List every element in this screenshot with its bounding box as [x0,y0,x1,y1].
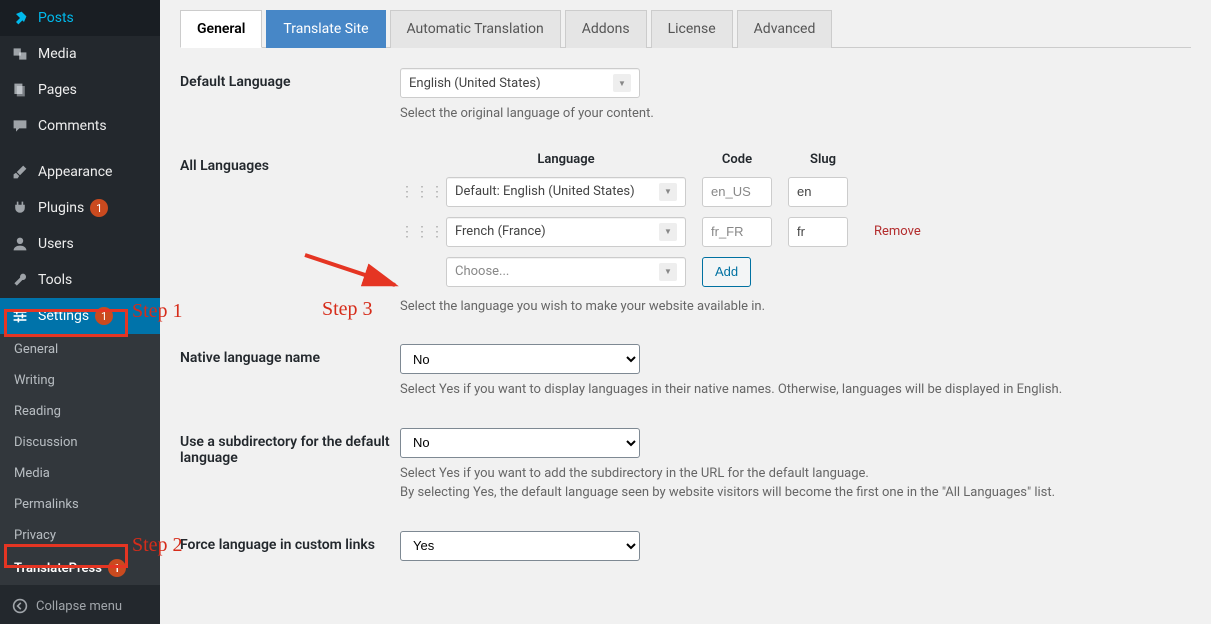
row-subdirectory: Use a subdirectory for the default langu… [180,428,1191,503]
force-links-label: Force language in custom links [180,531,400,553]
comment-icon [10,116,30,136]
force-links-select[interactable]: Yes [400,531,640,561]
sidebar-item-posts[interactable]: Posts [0,0,160,36]
update-badge: 1 [108,559,126,577]
sidebar-item-users[interactable]: Users [0,226,160,262]
chevron-down-icon: ▼ [613,74,631,92]
wrench-icon [10,270,30,290]
language-code-input [702,217,772,247]
plug-icon [10,198,30,218]
chevron-down-icon: ▼ [659,263,677,281]
sidebar-sub-translatepress[interactable]: TranslatePress 1 [0,551,160,585]
sidebar-item-label: Media [38,46,77,62]
settings-tabs: General Translate Site Automatic Transla… [180,10,1191,48]
drag-handle-icon[interactable]: ⋮⋮⋮ [400,184,430,200]
sidebar-sub-permalinks[interactable]: Permalinks [0,489,160,520]
default-language-select[interactable]: English (United States) ▼ [400,68,640,98]
language-code-input [702,177,772,207]
chevron-down-icon: ▼ [659,183,677,201]
native-name-select[interactable]: No [400,344,640,374]
col-code: Code [702,152,772,167]
language-row: ⋮⋮⋮ Default: English (United States) ▼ [400,177,1191,207]
row-native-name: Native language name No Select Yes if yo… [180,344,1191,400]
drag-handle-icon[interactable]: ⋮⋮⋮ [400,224,430,240]
settings-page: General Translate Site Automatic Transla… [160,0,1211,624]
tab-addons[interactable]: Addons [565,10,647,48]
tab-translate-site[interactable]: Translate Site [266,10,385,48]
sidebar-sub-privacy[interactable]: Privacy [0,520,160,551]
sidebar-item-plugins[interactable]: Plugins 1 [0,190,160,226]
media-icon [10,44,30,64]
native-name-desc: Select Yes if you want to display langua… [400,380,1191,400]
pin-icon [10,8,30,28]
update-badge: 1 [90,199,108,217]
collapse-icon [10,596,30,616]
all-languages-label: All Languages [180,152,400,174]
tab-license[interactable]: License [651,10,733,48]
sidebar-item-label: Comments [38,118,107,134]
sidebar-sub-discussion[interactable]: Discussion [0,427,160,458]
sidebar-item-label: Pages [38,82,77,98]
collapse-label: Collapse menu [36,599,122,614]
sidebar-item-pages[interactable]: Pages [0,72,160,108]
admin-sidebar: Posts Media Pages Comments Appearance Pl… [0,0,160,624]
language-row: ⋮⋮⋮ French (France) ▼ Remove [400,217,1191,247]
sliders-icon [10,306,30,326]
subdirectory-desc2: By selecting Yes, the default language s… [400,483,1191,503]
row-force-links: Force language in custom links Yes [180,531,1191,561]
subdirectory-desc1: Select Yes if you want to add the subdir… [400,464,1191,484]
add-language-row: Choose... ▼ Add [400,257,1191,287]
sidebar-item-label: Appearance [38,164,112,180]
page-icon [10,80,30,100]
sidebar-item-tools[interactable]: Tools [0,262,160,298]
default-language-label: Default Language [180,68,400,90]
language-select-french[interactable]: French (France) ▼ [446,217,686,247]
default-language-desc: Select the original language of your con… [400,104,1191,124]
tab-automatic-translation[interactable]: Automatic Translation [390,10,561,48]
col-language: Language [446,152,686,167]
tab-general[interactable]: General [180,10,262,48]
tab-advanced[interactable]: Advanced [737,10,833,48]
subdirectory-label: Use a subdirectory for the default langu… [180,428,400,466]
row-all-languages: All Languages Language Code Slug ⋮⋮⋮ Def… [180,152,1191,317]
sidebar-item-label: Users [38,236,74,252]
language-slug-input[interactable] [788,177,848,207]
sidebar-item-settings[interactable]: Settings 1 [0,298,160,334]
col-slug: Slug [788,152,858,167]
collapse-menu-button[interactable]: Collapse menu [0,588,160,624]
sidebar-sub-general[interactable]: General [0,334,160,365]
sidebar-item-label: Plugins [38,200,84,216]
user-icon [10,234,30,254]
subdirectory-select[interactable]: No [400,428,640,458]
sidebar-item-label: Tools [38,272,72,288]
brush-icon [10,162,30,182]
sidebar-sub-writing[interactable]: Writing [0,365,160,396]
add-language-button[interactable]: Add [702,257,751,287]
sidebar-item-media[interactable]: Media [0,36,160,72]
row-default-language: Default Language English (United States)… [180,68,1191,124]
sidebar-item-appearance[interactable]: Appearance [0,154,160,190]
chevron-down-icon: ▼ [659,223,677,241]
language-slug-input[interactable] [788,217,848,247]
all-languages-desc: Select the language you wish to make you… [400,297,1191,317]
sidebar-item-label: Settings [38,308,89,324]
native-name-label: Native language name [180,344,400,366]
sidebar-sub-media[interactable]: Media [0,458,160,489]
sidebar-item-comments[interactable]: Comments [0,108,160,144]
add-language-select[interactable]: Choose... ▼ [446,257,686,287]
update-badge: 1 [95,307,113,325]
remove-language-link[interactable]: Remove [874,224,954,239]
sidebar-item-label: Posts [38,10,74,26]
sidebar-sub-reading[interactable]: Reading [0,396,160,427]
language-select-default[interactable]: Default: English (United States) ▼ [446,177,686,207]
